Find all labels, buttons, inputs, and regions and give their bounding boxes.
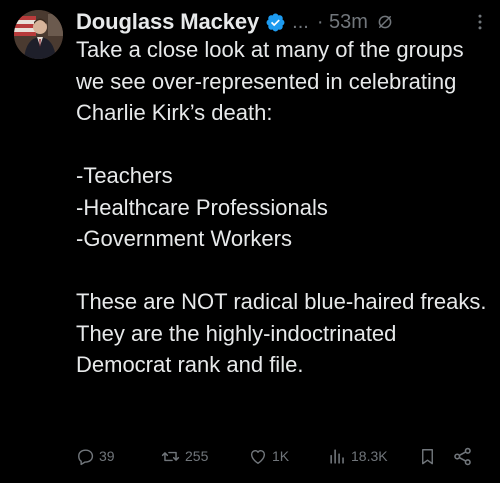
author-name[interactable]: Douglass Mackey: [76, 9, 259, 35]
view-count: 18.3K: [351, 448, 388, 464]
post-header: Douglass Mackey ... · 53m: [76, 7, 490, 37]
share-button[interactable]: [452, 446, 473, 467]
reply-button[interactable]: 39: [76, 447, 115, 466]
like-count: 1K: [272, 448, 290, 464]
action-bar: 39 255 1K 18.3K: [76, 441, 491, 471]
avatar-image: [14, 10, 63, 59]
avatar[interactable]: [14, 10, 63, 59]
tweet-list-item: -Healthcare Professionals: [76, 194, 328, 220]
repost-icon: [161, 451, 180, 461]
grok-icon[interactable]: [376, 13, 394, 31]
heart-icon: [250, 449, 266, 464]
views-button[interactable]: 18.3K: [328, 447, 388, 466]
author-handle[interactable]: ...: [292, 11, 309, 34]
more-options-icon[interactable]: [470, 12, 490, 32]
verified-badge-icon[interactable]: [265, 12, 286, 33]
tweet-list-item: -Teachers: [76, 163, 173, 188]
post-timestamp[interactable]: · 53m: [317, 11, 368, 34]
like-button[interactable]: 1K: [248, 447, 289, 466]
repost-count: 255: [185, 448, 209, 464]
bookmark-icon: [422, 448, 433, 464]
reply-count: 39: [99, 448, 115, 464]
reply-icon: [78, 448, 94, 465]
tweet-intro: Take a close look at many of the groups …: [76, 37, 464, 125]
bookmark-button[interactable]: [418, 447, 437, 466]
tweet-text: Take a close look at many of the groups …: [76, 34, 491, 381]
views-chart-icon: [330, 448, 344, 464]
tweet-list-item: -Government Workers: [76, 226, 292, 251]
repost-button[interactable]: 255: [160, 447, 208, 466]
tweet-post: Douglass Mackey ... · 53m Take a close l…: [0, 0, 500, 483]
tweet-closing: These are NOT radical blue-haired freaks…: [76, 289, 487, 377]
share-icon: [454, 447, 471, 465]
